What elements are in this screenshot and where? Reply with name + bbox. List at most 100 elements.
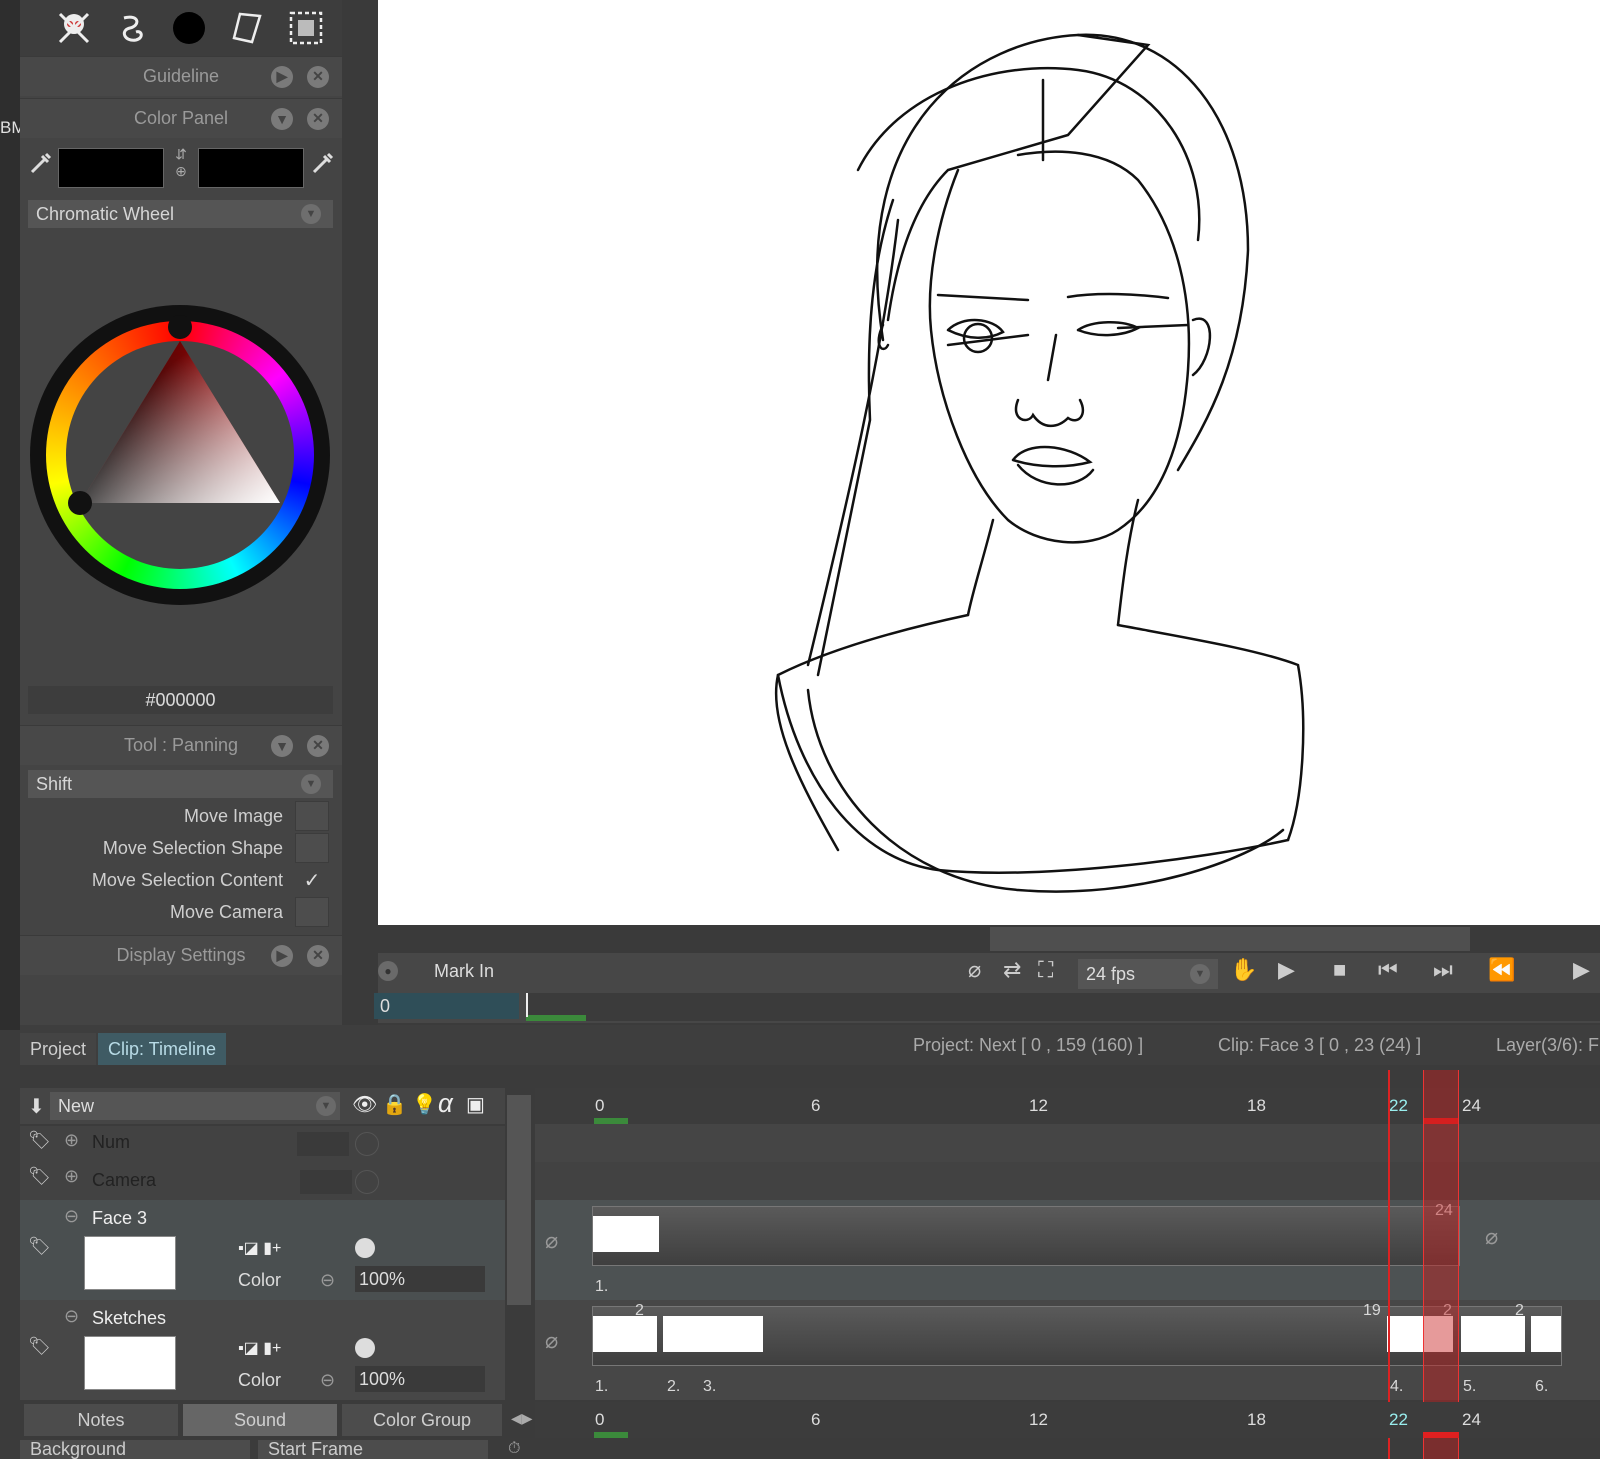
swirl-icon[interactable] bbox=[112, 8, 152, 48]
tab-sound[interactable]: Sound bbox=[183, 1404, 337, 1436]
stop-icon[interactable]: ■ bbox=[1333, 957, 1346, 983]
playhead-line[interactable] bbox=[1388, 1070, 1390, 1459]
tab-clip-timeline[interactable]: Clip: Timeline bbox=[98, 1033, 227, 1065]
fps-dropdown[interactable]: 24 fps ▼ bbox=[1078, 959, 1218, 989]
visibility-toggle[interactable] bbox=[355, 1238, 375, 1258]
modifier-dropdown[interactable]: Shift ▼ bbox=[28, 770, 333, 798]
visibility-toggle[interactable] bbox=[355, 1170, 379, 1194]
close-icon[interactable]: ✕ bbox=[307, 65, 329, 88]
expand-icon[interactable]: ⊕ bbox=[64, 1130, 79, 1151]
mask-icon[interactable]: ▣ bbox=[466, 1092, 485, 1117]
hex-color-field[interactable]: #000000 bbox=[28, 686, 333, 714]
background-field[interactable]: Background bbox=[20, 1440, 250, 1459]
eye-icon[interactable]: 👁 bbox=[352, 1092, 377, 1117]
fullscreen-icon[interactable]: ⛶ bbox=[1038, 957, 1053, 983]
close-icon[interactable]: ✕ bbox=[307, 107, 329, 130]
start-frame-field-label: Start Frame bbox=[268, 1440, 364, 1459]
expand-icon[interactable]: ⊕ bbox=[64, 1166, 79, 1187]
mark-in-icon[interactable]: ● bbox=[378, 961, 398, 981]
next-icon[interactable]: ▶ bbox=[1573, 957, 1590, 983]
opacity-field[interactable]: 100% bbox=[355, 1266, 485, 1292]
visibility-toggle[interactable] bbox=[355, 1338, 375, 1358]
blend-mode-icon[interactable]: ▪◪ ▮+ bbox=[238, 1238, 281, 1258]
eyedropper-icon[interactable] bbox=[28, 150, 54, 176]
foreground-color-swatch[interactable] bbox=[58, 148, 164, 188]
tab-color-group[interactable]: Color Group bbox=[342, 1404, 502, 1436]
collapse-icon[interactable]: ▼ bbox=[271, 107, 293, 130]
lightbulb-icon[interactable]: 💡 bbox=[412, 1092, 437, 1117]
checkbox-move-camera[interactable] bbox=[295, 897, 329, 927]
minus-icon[interactable]: ⊖ bbox=[320, 1270, 335, 1291]
collapse-icon[interactable]: ▼ bbox=[271, 734, 293, 757]
layer-row-num[interactable]: 🏷 ⊕ Num bbox=[20, 1126, 505, 1162]
layer-row-face3[interactable]: 🏷 ⊖ Face 3 ▪◪ ▮+ Color ⊖ 100% bbox=[20, 1200, 505, 1300]
lock-icon[interactable]: 🔒 bbox=[382, 1092, 407, 1117]
brush-dot-icon[interactable] bbox=[170, 8, 210, 48]
tool-panel-header[interactable]: Tool : Panning ▼ ✕ bbox=[20, 725, 342, 765]
layer-opacity-slider[interactable] bbox=[300, 1170, 352, 1194]
first-frame-icon[interactable]: ⏮ bbox=[1378, 957, 1398, 983]
new-layer-dropdown[interactable]: New ▼ bbox=[50, 1092, 340, 1120]
layer-opacity-slider[interactable] bbox=[297, 1132, 349, 1156]
selection-icon[interactable] bbox=[286, 8, 326, 48]
eyedropper-icon[interactable] bbox=[310, 150, 336, 176]
frame-input[interactable]: 0 bbox=[374, 993, 519, 1019]
swap-colors-icon[interactable]: ⇵ ⊕ bbox=[170, 146, 192, 192]
mark-in-label: Mark In bbox=[434, 961, 495, 981]
skull-icon[interactable] bbox=[54, 8, 94, 48]
guideline-panel-header[interactable]: Guideline ▶ ✕ bbox=[20, 56, 342, 96]
rewind-icon[interactable]: ⏪ bbox=[1488, 957, 1515, 983]
cel-label: 4. bbox=[1390, 1378, 1404, 1395]
color-wheel[interactable] bbox=[30, 305, 330, 605]
expand-icon[interactable]: ▶ bbox=[271, 65, 293, 88]
paper-icon[interactable] bbox=[228, 8, 268, 48]
loop-icon[interactable]: ⇄ bbox=[1003, 957, 1021, 983]
start-frame-field[interactable]: Start Frame bbox=[258, 1440, 488, 1459]
drawing-canvas[interactable] bbox=[378, 0, 1600, 925]
last-frame-icon[interactable]: ⏭ bbox=[1433, 957, 1453, 983]
tab-notes[interactable]: Notes bbox=[24, 1404, 178, 1436]
close-icon[interactable]: ✕ bbox=[307, 944, 329, 967]
clip-bar[interactable] bbox=[592, 1206, 1460, 1266]
canvas-horizontal-scrollbar[interactable] bbox=[378, 925, 1600, 953]
collapse-icon[interactable]: ⊖ bbox=[64, 1306, 79, 1327]
cel-thumbnail[interactable] bbox=[593, 1216, 659, 1252]
expand-icon[interactable]: ▶ bbox=[271, 944, 293, 967]
layer-list-scrollbar[interactable] bbox=[507, 1095, 531, 1305]
collapse-icon[interactable]: ⊖ bbox=[64, 1206, 79, 1227]
timeline-ruler-bottom[interactable]: 0 6 12 18 22 24 bbox=[535, 1402, 1600, 1438]
opacity-field[interactable]: 100% bbox=[355, 1366, 485, 1392]
tool-toolbar bbox=[20, 0, 342, 56]
cel-thumbnail[interactable] bbox=[1461, 1316, 1525, 1352]
color-mode-dropdown[interactable]: Chromatic Wheel ▼ bbox=[28, 200, 333, 228]
layers-icon[interactable]: ⬇ bbox=[28, 1094, 45, 1119]
cel-duration-label: 2 bbox=[635, 1302, 644, 1319]
cel-thumbnail[interactable] bbox=[663, 1316, 763, 1352]
scrollbar-thumb[interactable] bbox=[990, 927, 1470, 951]
empty-cel-icon: ⌀ bbox=[1485, 1224, 1499, 1249]
color-panel-header[interactable]: Color Panel ▼ ✕ bbox=[20, 98, 342, 138]
visibility-toggle[interactable] bbox=[355, 1132, 379, 1156]
checkbox-move-selection-shape[interactable] bbox=[295, 833, 329, 863]
tab-project[interactable]: Project bbox=[20, 1033, 97, 1065]
layer-row-camera[interactable]: 🏷 ⊕ Camera bbox=[20, 1162, 505, 1200]
hand-icon[interactable]: ✋ bbox=[1230, 957, 1257, 983]
cel-thumbnail[interactable] bbox=[1531, 1316, 1561, 1352]
close-icon[interactable]: ✕ bbox=[307, 734, 329, 757]
background-color-swatch[interactable] bbox=[198, 148, 304, 188]
timer-icon[interactable]: ⏱ bbox=[508, 1440, 520, 1458]
alpha-icon[interactable]: α bbox=[438, 1088, 453, 1119]
blend-mode-icon[interactable]: ▪◪ ▮+ bbox=[238, 1338, 281, 1358]
mini-timeline[interactable] bbox=[526, 993, 1600, 1021]
display-settings-panel-header[interactable]: Display Settings ▶ ✕ bbox=[20, 935, 342, 975]
timeline-nav-icon[interactable]: ◀▶ bbox=[511, 1410, 533, 1427]
layer-status: Layer(3/6): F bbox=[1496, 1035, 1600, 1055]
onion-skin-icon[interactable]: ⌀ bbox=[968, 957, 981, 983]
chevron-down-icon: ▼ bbox=[316, 1096, 336, 1116]
minus-icon[interactable]: ⊖ bbox=[320, 1370, 335, 1391]
layer-row-sketches[interactable]: 🏷 ⊖ Sketches ▪◪ ▮+ Color ⊖ 100% bbox=[20, 1300, 505, 1400]
checkbox-move-image[interactable] bbox=[295, 801, 329, 831]
cel-thumbnail[interactable] bbox=[593, 1316, 657, 1352]
checkbox-move-selection-content[interactable]: ✓ bbox=[295, 865, 329, 895]
play-icon[interactable]: ▶ bbox=[1278, 957, 1295, 983]
